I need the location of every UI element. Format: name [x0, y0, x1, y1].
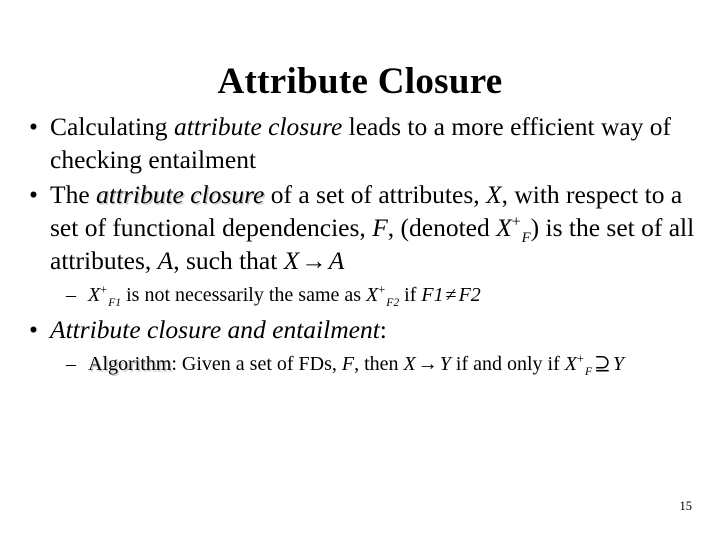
subbullet-text-if: if: [399, 284, 422, 306]
emphasis-attribute-closure-shadow: attribute closure: [96, 180, 265, 209]
superscript-plus: +: [378, 282, 386, 297]
variable-x-f1: X: [88, 284, 101, 306]
variable-x-lhs: X: [283, 246, 300, 275]
emphasis-attribute-closure: attribute closure: [173, 112, 343, 141]
heading-closure-entailment: Attribute closure and entailment: [50, 315, 380, 344]
bullet-calculating: • Calculating attribute closure leads to …: [18, 110, 702, 176]
variable-x-closure: X: [496, 213, 512, 242]
arrow-icon: →: [417, 353, 438, 375]
bullet-dot-icon: •: [29, 112, 38, 141]
algorithm-then: , then: [354, 353, 404, 375]
subscript-f1: F1: [108, 296, 122, 309]
bullet-dot-icon: •: [29, 315, 38, 344]
subscript-f: F: [521, 230, 531, 247]
definition-denoted: , (denoted: [387, 213, 497, 242]
variable-x-entail: X: [403, 353, 416, 375]
bullet-dot-icon: •: [29, 180, 38, 209]
variable-f-fds: F: [341, 353, 355, 375]
page-title: Attribute Closure: [217, 60, 503, 102]
superscript-plus: +: [100, 282, 108, 297]
variable-y-entail: Y: [439, 353, 451, 375]
subbullet-algorithm: – Algorithm: Given a set of FDs, F, then …: [18, 351, 702, 378]
algorithm-given: : Given a set of FDs,: [171, 353, 342, 375]
not-equal-icon: ≠: [445, 284, 457, 306]
variable-y-superset: Y: [612, 353, 624, 375]
slide-body: • Calculating attribute closure leads to …: [18, 110, 702, 382]
subbullet-text-mid: is not necessarily the same as: [121, 284, 367, 306]
variable-x-f2: X: [366, 284, 379, 306]
variable-x: X: [486, 180, 502, 209]
variable-a: A: [157, 246, 174, 275]
algorithm-if-and-only-if: if and only if: [450, 353, 565, 375]
subscript-f2: F2: [386, 296, 400, 309]
superset-icon: ⊇: [594, 353, 611, 375]
variable-a-rhs: A: [328, 246, 345, 275]
variable-f1: F1: [421, 284, 444, 306]
dash-bullet-icon: –: [66, 284, 76, 306]
definition-of-a-set: of a set of attributes,: [264, 180, 487, 209]
subscript-f: F: [584, 365, 593, 378]
bullet-definition: • The attribute closure of a set of attri…: [18, 178, 702, 277]
variable-f: F: [372, 213, 388, 242]
superscript-plus: +: [511, 213, 521, 231]
page-number: 15: [679, 499, 693, 513]
superscript-plus: +: [576, 351, 584, 366]
variable-x-closure-2: X: [564, 353, 577, 375]
variable-f2: F2: [458, 284, 481, 306]
slide: Attribute Closure • Calculating attribute…: [0, 0, 720, 540]
subbullet-not-same: – X+F1 is not necessarily the same as X+F…: [18, 282, 702, 309]
dash-bullet-icon: –: [66, 353, 76, 375]
bullet-closure-entailment: • Attribute closure and entailment:: [18, 313, 702, 346]
definition-the: The: [50, 180, 97, 209]
bullet-text-pre: Calculating: [50, 112, 174, 141]
heading-colon: :: [379, 315, 387, 344]
algorithm-label: Algorithm: [88, 353, 172, 375]
definition-such-that: , such that: [173, 246, 284, 275]
arrow-icon: →: [301, 246, 327, 275]
